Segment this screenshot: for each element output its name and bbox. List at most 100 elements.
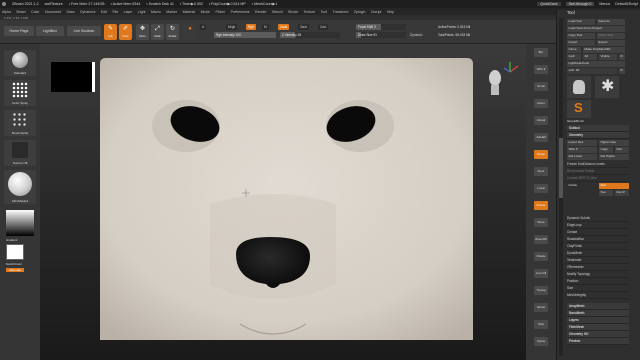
rightshelf-persp-button[interactable]: Persp <box>534 150 548 159</box>
menu-material[interactable]: Material <box>183 10 195 14</box>
del-lower-button[interactable]: Del Lower <box>567 154 597 160</box>
lightbox-button[interactable]: LightBox <box>36 26 64 36</box>
menu-document[interactable]: Document <box>45 10 61 14</box>
paste-tool-button[interactable]: Paste Tool <box>597 33 625 39</box>
layers-section[interactable]: Layers <box>567 317 629 324</box>
rightshelf-scroll-button[interactable]: Scroll <box>534 82 548 91</box>
home-page-button[interactable]: Home Page <box>4 26 34 36</box>
modify-topology-section[interactable]: Modify Topology <box>567 271 629 278</box>
visible-button[interactable]: Visible <box>599 54 617 60</box>
z-intensity-slider[interactable]: Z Intensity 25 <box>280 32 340 38</box>
see-through-slider[interactable]: See-through 0 <box>565 2 595 6</box>
tool-name-field[interactable]: wolf. 48 <box>567 68 617 74</box>
claypolish-section[interactable]: ClayPolish <box>567 243 629 250</box>
zsub-button[interactable]: Zsub <box>298 24 310 30</box>
clone-button[interactable]: Clone <box>567 47 581 53</box>
rotate-button[interactable]: ↻ Rotate <box>166 24 179 40</box>
texture-selector[interactable]: Texture Off <box>4 140 36 166</box>
rightshelf-ghost-button[interactable]: Ghost <box>534 303 548 312</box>
m-button[interactable]: M <box>262 24 269 30</box>
material-swatch[interactable]: ● <box>183 24 197 40</box>
move-button[interactable]: ✥ Move <box>136 24 149 40</box>
menu-zplugin[interactable]: Zplugin <box>354 10 365 14</box>
lower-res-button[interactable]: Lower Res <box>567 140 597 146</box>
alternate-button[interactable]: Alternate <box>6 268 25 272</box>
edgeloop-section[interactable]: EdgeLoop <box>567 222 629 229</box>
rightshelf-move-button[interactable]: Move <box>534 218 548 227</box>
menu-layer[interactable]: Layer <box>124 10 133 14</box>
menu-brush[interactable]: Brush <box>16 10 25 14</box>
menu-dynamics[interactable]: Dynamics <box>80 10 95 14</box>
rgb-button[interactable]: Rgb <box>246 24 256 30</box>
geometry-section[interactable]: Geometry <box>567 132 629 139</box>
menu-color[interactable]: Color <box>31 10 39 14</box>
menu-zscript[interactable]: Zscript <box>371 10 382 14</box>
fibermesh-section[interactable]: FiberMesh <box>567 324 629 331</box>
position-section[interactable]: Position <box>567 278 629 285</box>
load-tools-from-project-button[interactable]: Load Tools From Project <box>567 26 625 32</box>
geometry-hd-section[interactable]: Geometry HD <box>567 331 629 338</box>
subtool-section[interactable]: Subtool <box>567 125 629 132</box>
menu-tool[interactable]: Tool <box>321 10 327 14</box>
alpha-selector[interactable]: Brush Alpha <box>4 110 36 136</box>
a-button[interactable]: A <box>200 24 207 30</box>
shadowbox-section[interactable]: ShadowBox <box>567 236 629 243</box>
tray-scrollbar[interactable] <box>559 18 563 356</box>
copy-tool-button[interactable]: Copy Tool <box>567 33 595 39</box>
menu-marker[interactable]: Marker <box>166 10 177 14</box>
menu-preferences[interactable]: Preferences <box>231 10 250 14</box>
menu-stencil[interactable]: Stencil <box>272 10 283 14</box>
del-higher-button[interactable]: Del Higher <box>599 154 629 160</box>
focal-shift-slider[interactable]: Focal Shift 0 <box>356 24 406 30</box>
rightshelf-bpr-button[interactable]: Bpr <box>534 48 548 57</box>
menu-picker[interactable]: Picker <box>215 10 225 14</box>
cage-button[interactable]: Cage <box>599 147 613 153</box>
rightshelf-floor-button[interactable]: Floor <box>534 167 548 176</box>
rightshelf-frame-button[interactable]: Frame <box>534 201 548 210</box>
rightshelf-zoom3d-button[interactable]: Zoom3D <box>534 235 548 244</box>
tool-thumb-star[interactable]: ✱ <box>595 76 619 98</box>
higher-res-button[interactable]: Higher Res <box>599 140 629 146</box>
preview-section[interactable]: Preview <box>567 338 629 345</box>
rightshelf-zoom-button[interactable]: Zoom <box>534 99 548 108</box>
menu-macro[interactable]: Macro <box>151 10 161 14</box>
menu-transform[interactable]: Transform <box>333 10 349 14</box>
dynamesh-section[interactable]: DynaMesh <box>567 250 629 257</box>
tool-thumb-simple[interactable]: S <box>567 100 591 118</box>
smt-button[interactable]: Smt <box>599 183 629 189</box>
rgb-intensity-slider[interactable]: Rgb Intensity 100 <box>214 32 276 38</box>
rightshelf-rotate-button[interactable]: Rotate <box>534 252 548 261</box>
r-button[interactable]: R <box>619 54 625 60</box>
zremesher-section[interactable]: ZRemesher <box>567 264 629 271</box>
crease-section[interactable]: Crease <box>567 229 629 236</box>
reuv-button[interactable]: ReUV <box>615 190 629 196</box>
brush-selector[interactable]: Standard <box>4 50 36 76</box>
menu-movie[interactable]: Movie <box>201 10 210 14</box>
rightshelf-xpose-button[interactable]: Xpose <box>534 337 548 346</box>
freeze-subdivision-button[interactable]: Freeze SubDivision Levels <box>567 161 629 168</box>
rstr-button[interactable]: Rstr <box>615 147 629 153</box>
rightshelf-spix-3-button[interactable]: SPix 3 <box>534 65 548 74</box>
suv-button[interactable]: Suv <box>599 190 613 196</box>
arraymesh-section[interactable]: ArrayMesh <box>567 303 629 310</box>
meshintegrity-section[interactable]: MeshIntegrity <box>567 292 629 299</box>
reconstruct-subdiv-button[interactable]: Reconstruct Subdiv <box>567 168 629 175</box>
zadd-button[interactable]: Zadd <box>278 24 290 30</box>
load-tool-button[interactable]: Load Tool <box>567 19 595 25</box>
tool-thumb-wolf[interactable] <box>567 76 591 98</box>
scale-button[interactable]: ⤢ Scale <box>151 24 164 40</box>
save-as-button[interactable]: Save As <box>597 19 625 25</box>
tessimate-section[interactable]: Tessimate <box>567 257 629 264</box>
mrgb-button[interactable]: Mrgb <box>226 24 238 30</box>
import-button[interactable]: Import <box>567 40 595 46</box>
dynamic-subdiv-section[interactable]: Dynamic Subdiv <box>567 215 629 222</box>
sdiv-slider[interactable]: SDiv 5 <box>567 147 597 153</box>
rightshelf-line-fill-button[interactable]: Line Fill <box>534 269 548 278</box>
export-button[interactable]: Export <box>597 40 625 46</box>
menu-edit[interactable]: Edit <box>101 10 107 14</box>
menu-light[interactable]: Light <box>138 10 146 14</box>
r2-button[interactable]: R <box>619 68 625 74</box>
menus-button[interactable]: Menus <box>599 2 610 6</box>
convert-bpr-button[interactable]: Convert BPR To Geo <box>567 175 629 182</box>
all-button[interactable]: All <box>583 54 597 60</box>
